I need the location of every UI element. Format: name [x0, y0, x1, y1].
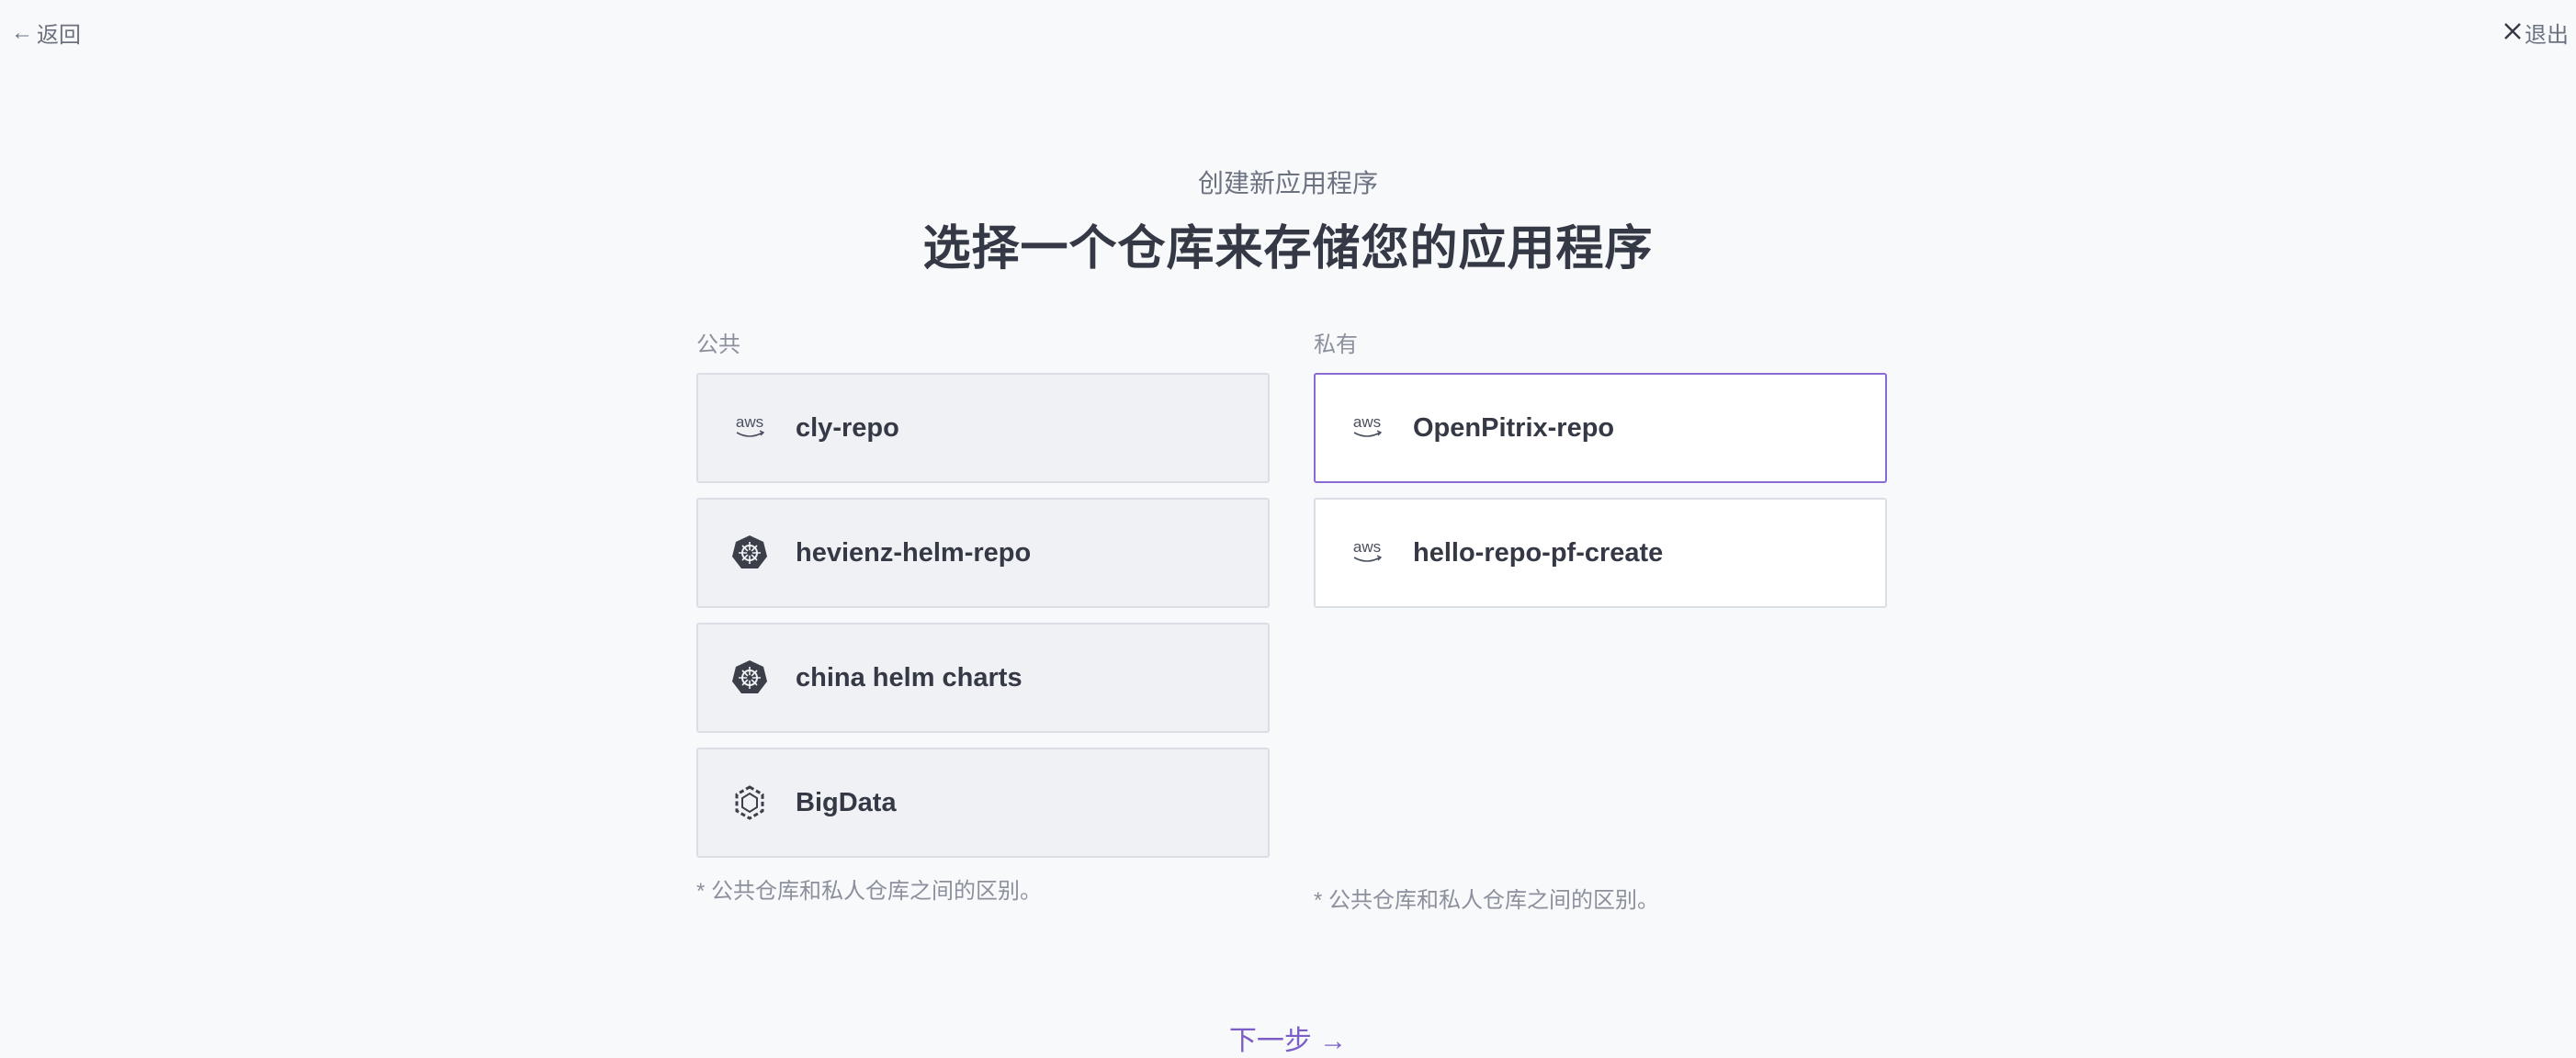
back-button[interactable]: ← 返回 [11, 17, 81, 49]
repo-name: OpenPitrix-repo [1413, 412, 1615, 443]
svg-text:aws: aws [736, 413, 763, 431]
aws-icon: aws [1347, 408, 1387, 448]
repo-name: china helm charts [796, 662, 1022, 692]
public-repo-column: 公共 aws cly-repo hevienz-helm-repo china … [696, 331, 1270, 914]
page-title: 选择一个仓库来存储您的应用程序 [922, 222, 1654, 276]
svg-text:aws: aws [1353, 538, 1381, 556]
bigdata-icon [729, 782, 770, 823]
top-bar: ← 返回 退出 [0, 0, 2576, 59]
helm-icon [729, 533, 770, 573]
close-icon [2503, 20, 2523, 46]
private-repo-column: 私有 aws OpenPitrix-repo aws hello-repo-pf… [1314, 331, 1887, 914]
public-label: 公共 [696, 332, 740, 357]
aws-icon: aws [729, 408, 770, 448]
page-header: 创建新应用程序 选择一个仓库来存储您的应用程序 [0, 163, 2576, 278]
repo-card-cly-repo[interactable]: aws cly-repo [696, 373, 1270, 483]
exit-label: 退出 [2525, 23, 2569, 48]
repo-name: cly-repo [796, 412, 899, 443]
repo-note: * 公共仓库和私人仓库之间的区别。 [696, 879, 1043, 904]
repo-card-china-helm-charts[interactable]: china helm charts [696, 623, 1270, 733]
svg-text:aws: aws [1353, 413, 1381, 431]
next-step-button[interactable]: 下一步 → [0, 1018, 2576, 1058]
repo-card-openpitrix-repo[interactable]: aws OpenPitrix-repo [1314, 373, 1887, 483]
back-label: 返回 [37, 23, 81, 48]
private-label: 私有 [1314, 332, 1358, 357]
repo-note: * 公共仓库和私人仓库之间的区别。 [1314, 888, 1660, 913]
repo-card-bigdata[interactable]: BigData [696, 748, 1270, 858]
repo-name: BigData [796, 787, 897, 817]
aws-icon: aws [1347, 533, 1387, 573]
arrow-left-icon: ← [11, 19, 33, 45]
repo-name: hello-repo-pf-create [1413, 537, 1664, 568]
repo-card-hevienz-helm-repo[interactable]: hevienz-helm-repo [696, 498, 1270, 608]
repo-card-hello-repo-pf-create[interactable]: aws hello-repo-pf-create [1314, 498, 1887, 608]
repo-columns: 公共 aws cly-repo hevienz-helm-repo china … [696, 331, 1887, 914]
repo-name: hevienz-helm-repo [796, 537, 1032, 568]
page-subtitle: 创建新应用程序 [1197, 169, 1378, 197]
exit-button[interactable]: 退出 [2503, 17, 2569, 49]
helm-icon [729, 658, 770, 698]
